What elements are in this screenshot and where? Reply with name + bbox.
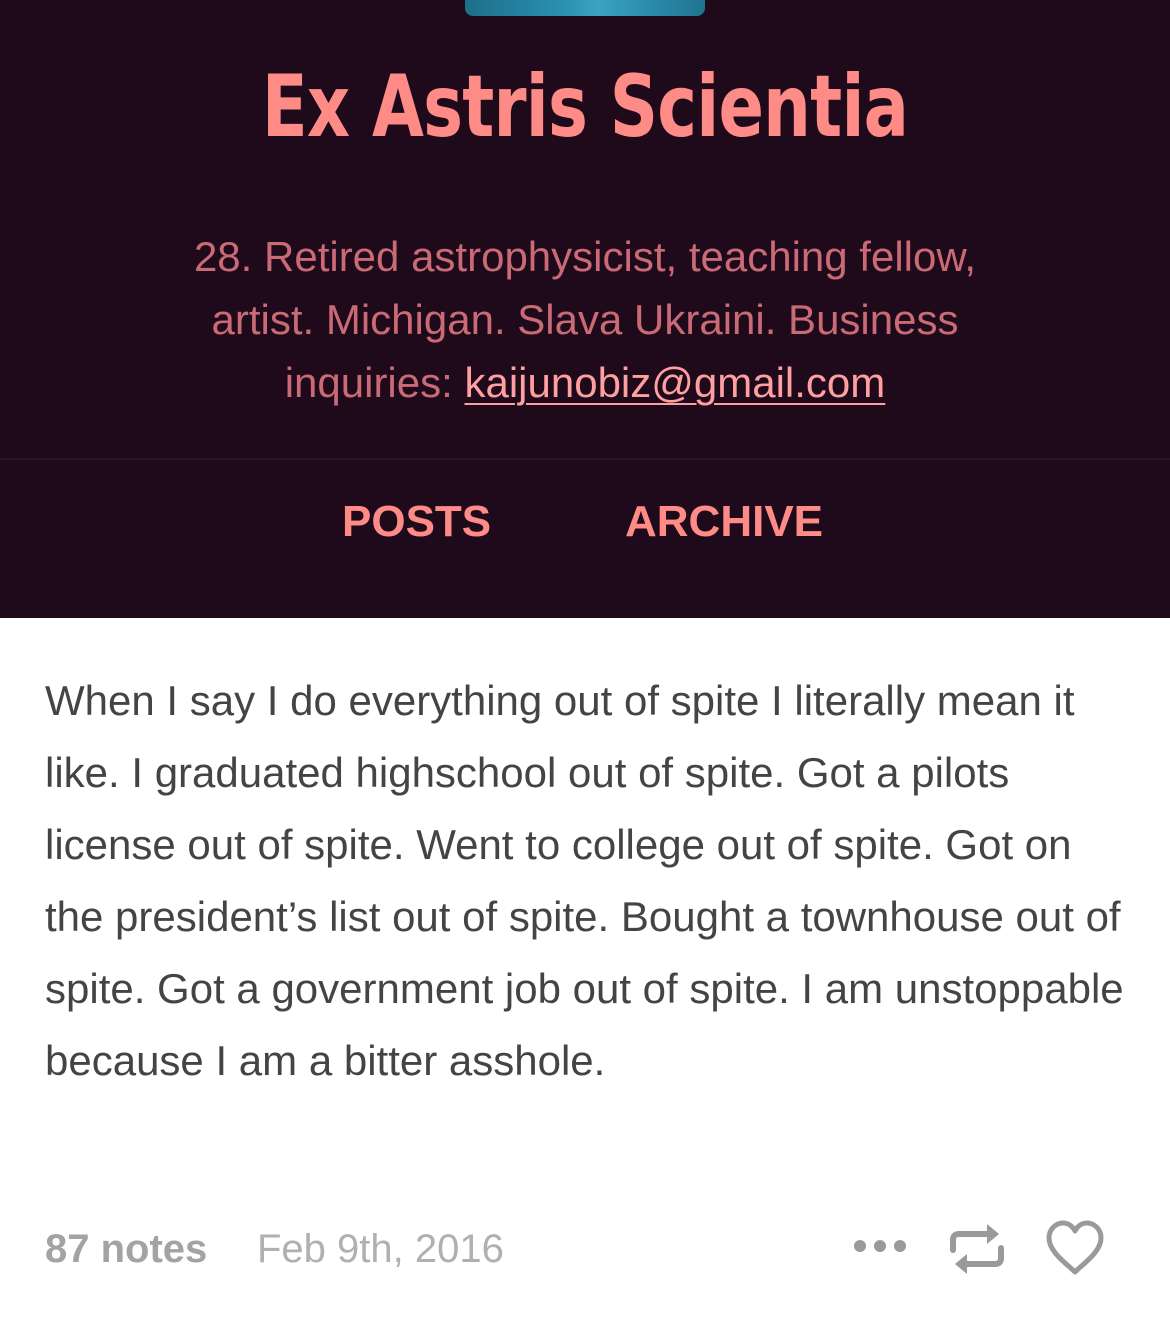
email-link[interactable]: kaijunobiz@gmail.com bbox=[464, 359, 885, 406]
blog-header: Ex Astris Scientia 28. Retired astrophys… bbox=[0, 0, 1170, 618]
reblog-icon[interactable] bbox=[947, 1220, 1007, 1278]
post-text: When I say I do everything out of spite … bbox=[45, 677, 1124, 1084]
blog-nav: POSTS ARCHIVE bbox=[0, 490, 1170, 560]
blog-title[interactable]: Ex Astris Scientia bbox=[129, 52, 1042, 162]
post-footer: 87 notes Feb 9th, 2016 bbox=[45, 1218, 1125, 1282]
notes-count[interactable]: 87 notes bbox=[45, 1224, 207, 1274]
nav-posts-link[interactable]: POSTS bbox=[342, 490, 491, 554]
post-date[interactable]: Feb 9th, 2016 bbox=[257, 1224, 504, 1274]
more-dots-icon[interactable] bbox=[852, 1238, 908, 1254]
avatar[interactable] bbox=[465, 0, 705, 16]
heart-icon[interactable] bbox=[1045, 1220, 1105, 1276]
header-divider bbox=[0, 458, 1170, 460]
nav-archive-link[interactable]: ARCHIVE bbox=[625, 490, 823, 554]
blog-description: 28. Retired astrophysicist, teaching fel… bbox=[140, 225, 1030, 414]
